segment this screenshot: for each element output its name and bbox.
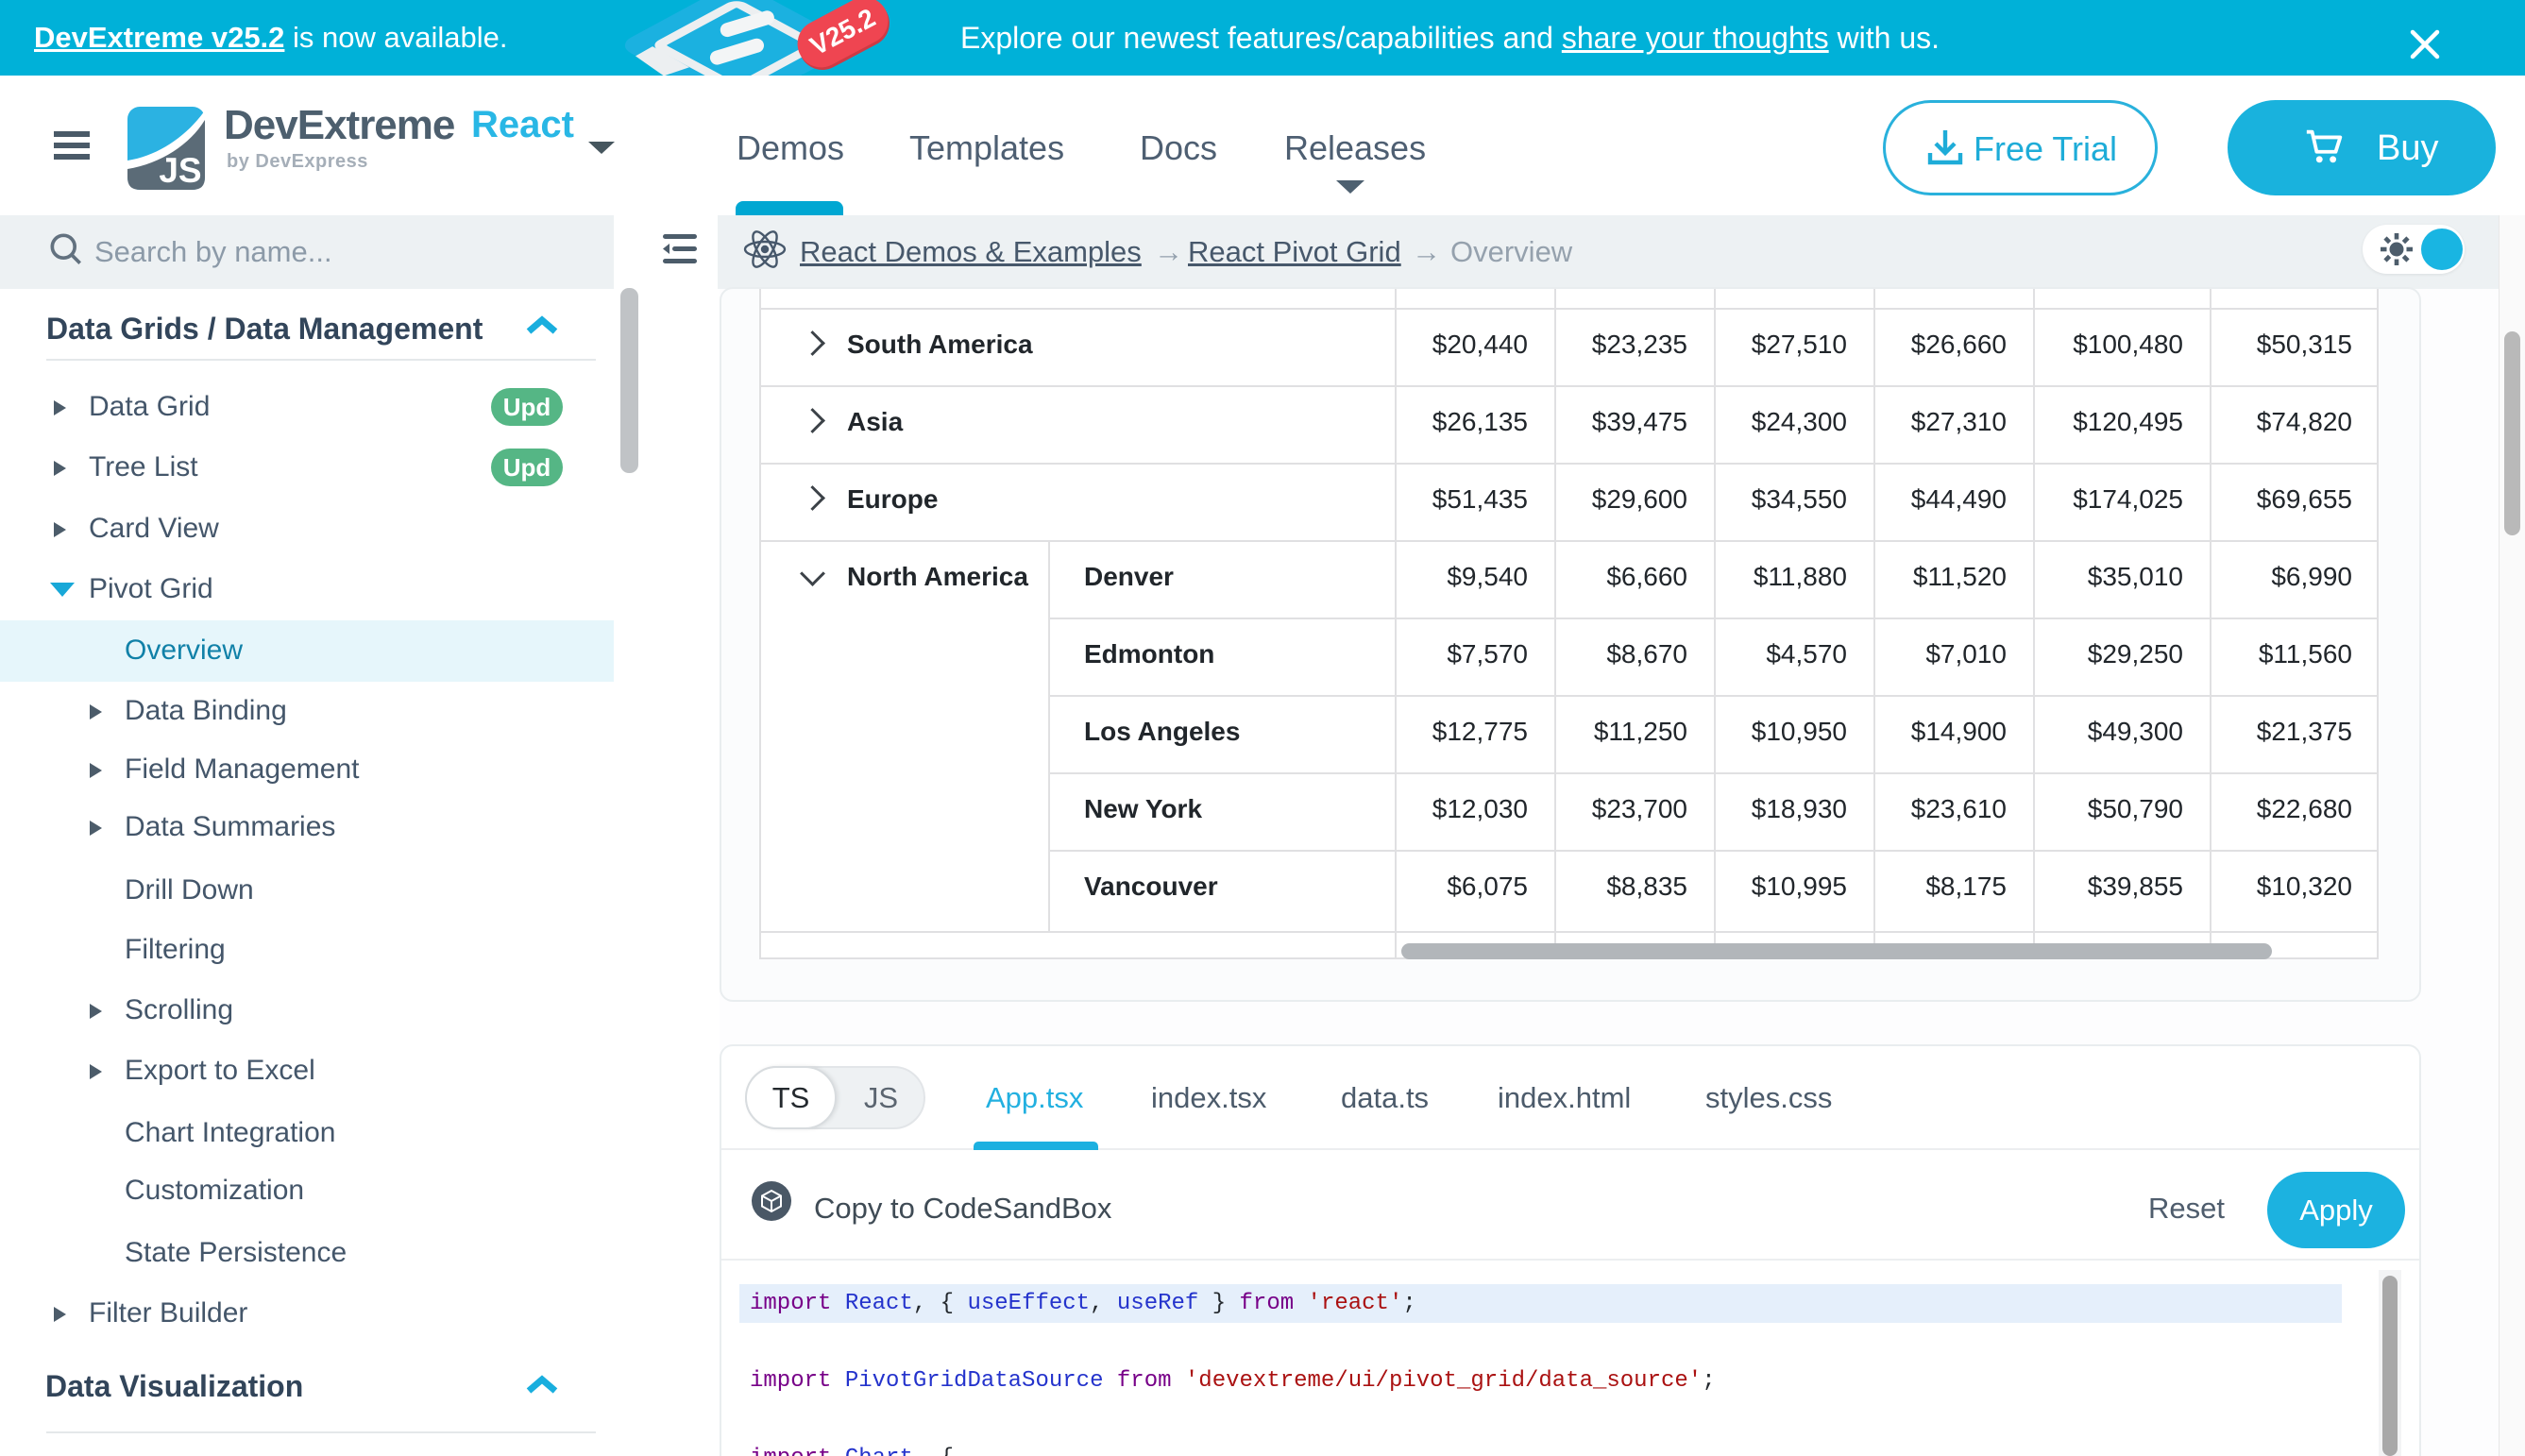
svg-text:JS: JS [159, 151, 201, 190]
